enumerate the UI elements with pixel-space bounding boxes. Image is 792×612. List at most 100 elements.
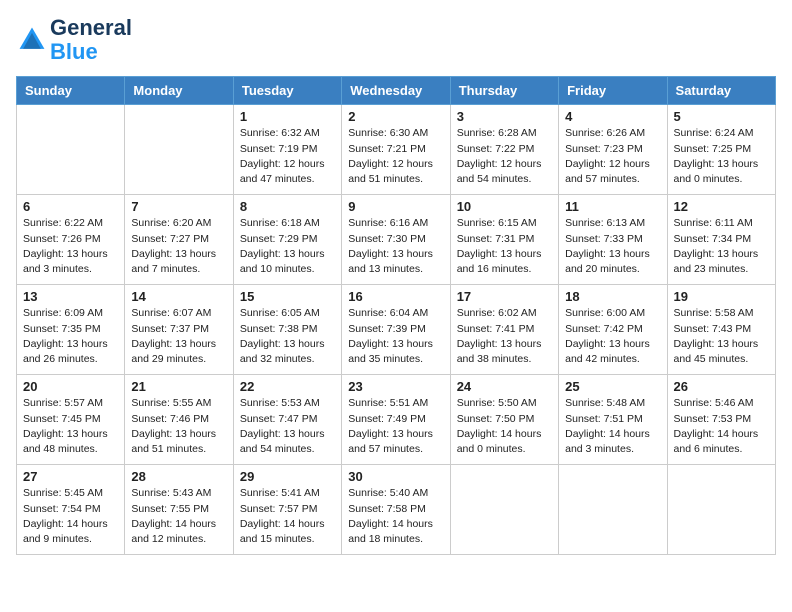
col-header-thursday: Thursday bbox=[450, 77, 558, 105]
calendar-cell: 6Sunrise: 6:22 AM Sunset: 7:26 PM Daylig… bbox=[17, 195, 125, 285]
day-info: Sunrise: 6:15 AM Sunset: 7:31 PM Dayligh… bbox=[457, 216, 552, 277]
calendar-cell: 5Sunrise: 6:24 AM Sunset: 7:25 PM Daylig… bbox=[667, 105, 775, 195]
calendar-cell: 8 Sunrise: 6:18 AM Sunset: 7:29 PM Daylig… bbox=[233, 195, 341, 285]
col-header-wednesday: Wednesday bbox=[342, 77, 450, 105]
day-info: Sunrise: 5:55 AM Sunset: 7:46 PM Dayligh… bbox=[131, 396, 226, 457]
day-number: 3 bbox=[457, 109, 552, 124]
day-number: 18 bbox=[565, 289, 660, 304]
day-number: 11 bbox=[565, 199, 660, 214]
calendar-cell: 26 Sunrise: 5:46 AM Sunset: 7:53 PM Dayli… bbox=[667, 375, 775, 465]
col-header-monday: Monday bbox=[125, 77, 233, 105]
calendar-cell: 17Sunrise: 6:02 AM Sunset: 7:41 PM Dayli… bbox=[450, 285, 558, 375]
day-number: 29 bbox=[240, 469, 335, 484]
logo-text: General Blue bbox=[50, 16, 132, 64]
day-info: Sunrise: 6:32 AM Sunset: 7:19 PM Dayligh… bbox=[240, 126, 335, 187]
day-number: 15 bbox=[240, 289, 335, 304]
day-number: 24 bbox=[457, 379, 552, 394]
day-number: 12 bbox=[674, 199, 769, 214]
day-info: Sunrise: 6:04 AM Sunset: 7:39 PM Dayligh… bbox=[348, 306, 443, 367]
week-row-5: 27 Sunrise: 5:45 AM Sunset: 7:54 PM Dayli… bbox=[17, 465, 776, 555]
day-info: Sunrise: 6:00 AM Sunset: 7:42 PM Dayligh… bbox=[565, 306, 660, 367]
calendar-cell: 18 Sunrise: 6:00 AM Sunset: 7:42 PM Dayli… bbox=[559, 285, 667, 375]
day-info: Sunrise: 6:30 AM Sunset: 7:21 PM Dayligh… bbox=[348, 126, 443, 187]
day-number: 16 bbox=[348, 289, 443, 304]
week-row-1: 1Sunrise: 6:32 AM Sunset: 7:19 PM Daylig… bbox=[17, 105, 776, 195]
col-header-saturday: Saturday bbox=[667, 77, 775, 105]
day-number: 7 bbox=[131, 199, 226, 214]
calendar-cell bbox=[450, 465, 558, 555]
logo-icon bbox=[16, 24, 48, 56]
page-header: General Blue bbox=[16, 16, 776, 64]
calendar-cell bbox=[125, 105, 233, 195]
day-info: Sunrise: 6:20 AM Sunset: 7:27 PM Dayligh… bbox=[131, 216, 226, 277]
day-info: Sunrise: 6:22 AM Sunset: 7:26 PM Dayligh… bbox=[23, 216, 118, 277]
day-info: Sunrise: 6:16 AM Sunset: 7:30 PM Dayligh… bbox=[348, 216, 443, 277]
calendar-cell: 22Sunrise: 5:53 AM Sunset: 7:47 PM Dayli… bbox=[233, 375, 341, 465]
day-info: Sunrise: 6:11 AM Sunset: 7:34 PM Dayligh… bbox=[674, 216, 769, 277]
day-number: 9 bbox=[348, 199, 443, 214]
day-number: 30 bbox=[348, 469, 443, 484]
week-row-4: 20 Sunrise: 5:57 AM Sunset: 7:45 PM Dayli… bbox=[17, 375, 776, 465]
calendar-cell: 3 Sunrise: 6:28 AM Sunset: 7:22 PM Daylig… bbox=[450, 105, 558, 195]
col-header-sunday: Sunday bbox=[17, 77, 125, 105]
calendar-cell: 19 Sunrise: 5:58 AM Sunset: 7:43 PM Dayli… bbox=[667, 285, 775, 375]
calendar-cell: 12 Sunrise: 6:11 AM Sunset: 7:34 PM Dayli… bbox=[667, 195, 775, 285]
day-info: Sunrise: 5:41 AM Sunset: 7:57 PM Dayligh… bbox=[240, 486, 335, 547]
day-info: Sunrise: 6:13 AM Sunset: 7:33 PM Dayligh… bbox=[565, 216, 660, 277]
calendar-cell: 11 Sunrise: 6:13 AM Sunset: 7:33 PM Dayli… bbox=[559, 195, 667, 285]
calendar-cell: 1Sunrise: 6:32 AM Sunset: 7:19 PM Daylig… bbox=[233, 105, 341, 195]
day-info: Sunrise: 5:58 AM Sunset: 7:43 PM Dayligh… bbox=[674, 306, 769, 367]
day-info: Sunrise: 5:40 AM Sunset: 7:58 PM Dayligh… bbox=[348, 486, 443, 547]
calendar-cell bbox=[559, 465, 667, 555]
calendar-cell: 9 Sunrise: 6:16 AM Sunset: 7:30 PM Daylig… bbox=[342, 195, 450, 285]
calendar-cell: 10 Sunrise: 6:15 AM Sunset: 7:31 PM Dayli… bbox=[450, 195, 558, 285]
calendar-cell: 4Sunrise: 6:26 AM Sunset: 7:23 PM Daylig… bbox=[559, 105, 667, 195]
calendar-cell: 24Sunrise: 5:50 AM Sunset: 7:50 PM Dayli… bbox=[450, 375, 558, 465]
calendar-cell: 27 Sunrise: 5:45 AM Sunset: 7:54 PM Dayli… bbox=[17, 465, 125, 555]
calendar-cell: 15Sunrise: 6:05 AM Sunset: 7:38 PM Dayli… bbox=[233, 285, 341, 375]
day-number: 13 bbox=[23, 289, 118, 304]
calendar-cell: 20 Sunrise: 5:57 AM Sunset: 7:45 PM Dayli… bbox=[17, 375, 125, 465]
calendar-cell: 28Sunrise: 5:43 AM Sunset: 7:55 PM Dayli… bbox=[125, 465, 233, 555]
col-header-friday: Friday bbox=[559, 77, 667, 105]
calendar-cell: 29 Sunrise: 5:41 AM Sunset: 7:57 PM Dayli… bbox=[233, 465, 341, 555]
calendar-cell: 25 Sunrise: 5:48 AM Sunset: 7:51 PM Dayli… bbox=[559, 375, 667, 465]
calendar-header-row: SundayMondayTuesdayWednesdayThursdayFrid… bbox=[17, 77, 776, 105]
day-info: Sunrise: 6:09 AM Sunset: 7:35 PM Dayligh… bbox=[23, 306, 118, 367]
calendar-cell: 2 Sunrise: 6:30 AM Sunset: 7:21 PM Daylig… bbox=[342, 105, 450, 195]
calendar-cell: 30 Sunrise: 5:40 AM Sunset: 7:58 PM Dayli… bbox=[342, 465, 450, 555]
day-number: 25 bbox=[565, 379, 660, 394]
logo-blue: Blue bbox=[50, 39, 98, 64]
calendar-cell: 21Sunrise: 5:55 AM Sunset: 7:46 PM Dayli… bbox=[125, 375, 233, 465]
week-row-3: 13 Sunrise: 6:09 AM Sunset: 7:35 PM Dayli… bbox=[17, 285, 776, 375]
col-header-tuesday: Tuesday bbox=[233, 77, 341, 105]
calendar-cell: 23 Sunrise: 5:51 AM Sunset: 7:49 PM Dayli… bbox=[342, 375, 450, 465]
day-info: Sunrise: 6:18 AM Sunset: 7:29 PM Dayligh… bbox=[240, 216, 335, 277]
logo: General Blue bbox=[16, 16, 132, 64]
calendar-cell bbox=[17, 105, 125, 195]
day-info: Sunrise: 5:57 AM Sunset: 7:45 PM Dayligh… bbox=[23, 396, 118, 457]
day-number: 8 bbox=[240, 199, 335, 214]
day-number: 17 bbox=[457, 289, 552, 304]
day-number: 10 bbox=[457, 199, 552, 214]
calendar: SundayMondayTuesdayWednesdayThursdayFrid… bbox=[16, 76, 776, 555]
day-info: Sunrise: 5:46 AM Sunset: 7:53 PM Dayligh… bbox=[674, 396, 769, 457]
day-info: Sunrise: 6:28 AM Sunset: 7:22 PM Dayligh… bbox=[457, 126, 552, 187]
day-number: 20 bbox=[23, 379, 118, 394]
day-number: 2 bbox=[348, 109, 443, 124]
day-number: 27 bbox=[23, 469, 118, 484]
day-info: Sunrise: 5:43 AM Sunset: 7:55 PM Dayligh… bbox=[131, 486, 226, 547]
day-number: 19 bbox=[674, 289, 769, 304]
day-info: Sunrise: 6:07 AM Sunset: 7:37 PM Dayligh… bbox=[131, 306, 226, 367]
week-row-2: 6Sunrise: 6:22 AM Sunset: 7:26 PM Daylig… bbox=[17, 195, 776, 285]
day-number: 23 bbox=[348, 379, 443, 394]
day-info: Sunrise: 6:24 AM Sunset: 7:25 PM Dayligh… bbox=[674, 126, 769, 187]
day-info: Sunrise: 6:26 AM Sunset: 7:23 PM Dayligh… bbox=[565, 126, 660, 187]
day-info: Sunrise: 5:53 AM Sunset: 7:47 PM Dayligh… bbox=[240, 396, 335, 457]
day-info: Sunrise: 5:45 AM Sunset: 7:54 PM Dayligh… bbox=[23, 486, 118, 547]
day-number: 26 bbox=[674, 379, 769, 394]
day-info: Sunrise: 5:51 AM Sunset: 7:49 PM Dayligh… bbox=[348, 396, 443, 457]
day-number: 14 bbox=[131, 289, 226, 304]
day-info: Sunrise: 5:48 AM Sunset: 7:51 PM Dayligh… bbox=[565, 396, 660, 457]
calendar-cell: 13 Sunrise: 6:09 AM Sunset: 7:35 PM Dayli… bbox=[17, 285, 125, 375]
